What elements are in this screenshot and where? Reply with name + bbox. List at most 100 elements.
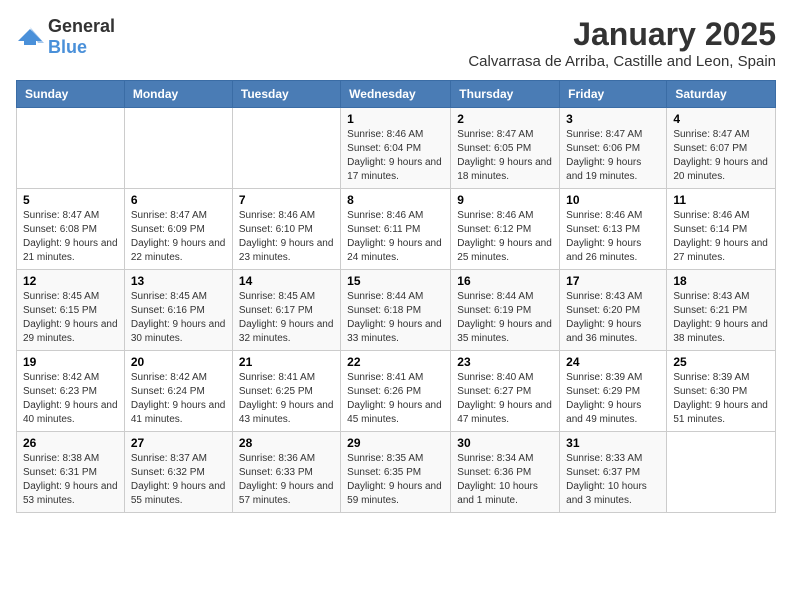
weekday-header: Wednesday [341, 81, 451, 108]
day-number: 5 [23, 193, 118, 207]
calendar-day-cell: 25 Sunrise: 8:39 AMSunset: 6:30 PMDayligh… [667, 351, 776, 432]
calendar-day-cell: 16 Sunrise: 8:44 AMSunset: 6:19 PMDayligh… [451, 270, 560, 351]
calendar-day-cell: 26 Sunrise: 8:38 AMSunset: 6:31 PMDayligh… [17, 432, 125, 513]
day-info: Sunrise: 8:46 AMSunset: 6:11 PMDaylight:… [347, 209, 444, 265]
day-info: Sunrise: 8:46 AMSunset: 6:10 PMDaylight:… [239, 209, 334, 265]
calendar-day-cell: 14Sunrise: 8:45 AMSunset: 6:17 PMDayligh… [232, 270, 340, 351]
calendar-table: SundayMondayTuesdayWednesdayThursdayFrid… [16, 80, 776, 513]
location-subtitle: Calvarrasa de Arriba, Castille and Leon,… [468, 53, 776, 70]
calendar-day-cell: 6 Sunrise: 8:47 AMSunset: 6:09 PMDaylight… [124, 189, 232, 270]
weekday-header: Thursday [451, 81, 560, 108]
calendar-day-cell [232, 108, 340, 189]
weekday-header: Sunday [17, 81, 125, 108]
day-number: 9 [457, 193, 553, 207]
calendar-day-cell: 29 Sunrise: 8:35 AMSunset: 6:35 PMDayligh… [341, 432, 451, 513]
logo-blue: Blue [48, 37, 87, 57]
day-number: 25 [673, 355, 769, 369]
calendar-day-cell [124, 108, 232, 189]
day-info: Sunrise: 8:34 AMSunset: 6:36 PMDaylight:… [457, 452, 553, 508]
day-number: 4 [673, 112, 769, 126]
day-number: 28 [239, 436, 334, 450]
weekday-header: Tuesday [232, 81, 340, 108]
calendar-day-cell: 7 Sunrise: 8:46 AMSunset: 6:10 PMDaylight… [232, 189, 340, 270]
day-info: Sunrise: 8:33 AMSunset: 6:37 PMDaylight:… [566, 452, 660, 508]
day-info: Sunrise: 8:39 AMSunset: 6:30 PMDaylight:… [673, 371, 769, 427]
day-info: Sunrise: 8:42 AMSunset: 6:24 PMDaylight:… [131, 371, 226, 427]
day-info: Sunrise: 8:44 AMSunset: 6:19 PMDaylight:… [457, 290, 553, 346]
weekday-header: Monday [124, 81, 232, 108]
day-info: Sunrise: 8:47 AMSunset: 6:09 PMDaylight:… [131, 209, 226, 265]
calendar-day-cell: 31 Sunrise: 8:33 AMSunset: 6:37 PMDayligh… [560, 432, 667, 513]
calendar-day-cell: 19 Sunrise: 8:42 AMSunset: 6:23 PMDayligh… [17, 351, 125, 432]
day-number: 17 [566, 274, 660, 288]
day-number: 16 [457, 274, 553, 288]
day-number: 14 [239, 274, 334, 288]
day-number: 8 [347, 193, 444, 207]
calendar-day-cell: 28 Sunrise: 8:36 AMSunset: 6:33 PMDayligh… [232, 432, 340, 513]
calendar-day-cell [17, 108, 125, 189]
title-area: January 2025 Calvarrasa de Arriba, Casti… [468, 16, 776, 70]
day-number: 19 [23, 355, 118, 369]
day-number: 12 [23, 274, 118, 288]
day-number: 31 [566, 436, 660, 450]
day-info: Sunrise: 8:41 AMSunset: 6:26 PMDaylight:… [347, 371, 444, 427]
logo: General Blue [16, 16, 115, 58]
day-info: Sunrise: 8:46 AMSunset: 6:04 PMDaylight:… [347, 128, 444, 184]
calendar-day-cell: 11 Sunrise: 8:46 AMSunset: 6:14 PMDayligh… [667, 189, 776, 270]
day-number: 26 [23, 436, 118, 450]
day-number: 3 [566, 112, 660, 126]
day-number: 22 [347, 355, 444, 369]
day-info: Sunrise: 8:40 AMSunset: 6:27 PMDaylight:… [457, 371, 553, 427]
day-info: Sunrise: 8:47 AMSunset: 6:06 PMDaylight:… [566, 128, 660, 184]
weekday-header-row: SundayMondayTuesdayWednesdayThursdayFrid… [17, 81, 776, 108]
day-info: Sunrise: 8:47 AMSunset: 6:08 PMDaylight:… [23, 209, 118, 265]
calendar-week-row: 26 Sunrise: 8:38 AMSunset: 6:31 PMDayligh… [17, 432, 776, 513]
day-info: Sunrise: 8:37 AMSunset: 6:32 PMDaylight:… [131, 452, 226, 508]
day-number: 7 [239, 193, 334, 207]
calendar-week-row: 19 Sunrise: 8:42 AMSunset: 6:23 PMDayligh… [17, 351, 776, 432]
weekday-header: Friday [560, 81, 667, 108]
calendar-day-cell: 3 Sunrise: 8:47 AMSunset: 6:06 PMDaylight… [560, 108, 667, 189]
logo-general: General [48, 16, 115, 36]
calendar-day-cell [667, 432, 776, 513]
day-number: 6 [131, 193, 226, 207]
day-number: 11 [673, 193, 769, 207]
day-info: Sunrise: 8:39 AMSunset: 6:29 PMDaylight:… [566, 371, 660, 427]
day-number: 13 [131, 274, 226, 288]
calendar-day-cell: 12 Sunrise: 8:45 AMSunset: 6:15 PMDayligh… [17, 270, 125, 351]
day-info: Sunrise: 8:36 AMSunset: 6:33 PMDaylight:… [239, 452, 334, 508]
calendar-day-cell: 30Sunrise: 8:34 AMSunset: 6:36 PMDayligh… [451, 432, 560, 513]
calendar-day-cell: 15Sunrise: 8:44 AMSunset: 6:18 PMDayligh… [341, 270, 451, 351]
calendar-day-cell: 9Sunrise: 8:46 AMSunset: 6:12 PMDaylight… [451, 189, 560, 270]
day-info: Sunrise: 8:35 AMSunset: 6:35 PMDaylight:… [347, 452, 444, 508]
day-number: 24 [566, 355, 660, 369]
day-number: 2 [457, 112, 553, 126]
day-info: Sunrise: 8:43 AMSunset: 6:21 PMDaylight:… [673, 290, 769, 346]
day-number: 21 [239, 355, 334, 369]
calendar-day-cell: 24 Sunrise: 8:39 AMSunset: 6:29 PMDayligh… [560, 351, 667, 432]
day-info: Sunrise: 8:41 AMSunset: 6:25 PMDaylight:… [239, 371, 334, 427]
day-info: Sunrise: 8:42 AMSunset: 6:23 PMDaylight:… [23, 371, 118, 427]
calendar-day-cell: 13 Sunrise: 8:45 AMSunset: 6:16 PMDayligh… [124, 270, 232, 351]
day-info: Sunrise: 8:47 AMSunset: 6:07 PMDaylight:… [673, 128, 769, 184]
day-info: Sunrise: 8:46 AMSunset: 6:14 PMDaylight:… [673, 209, 769, 265]
calendar-day-cell: 23 Sunrise: 8:40 AMSunset: 6:27 PMDayligh… [451, 351, 560, 432]
calendar-day-cell: 18 Sunrise: 8:43 AMSunset: 6:21 PMDayligh… [667, 270, 776, 351]
day-info: Sunrise: 8:43 AMSunset: 6:20 PMDaylight:… [566, 290, 660, 346]
calendar-week-row: 12 Sunrise: 8:45 AMSunset: 6:15 PMDayligh… [17, 270, 776, 351]
calendar-day-cell: 17 Sunrise: 8:43 AMSunset: 6:20 PMDayligh… [560, 270, 667, 351]
day-info: Sunrise: 8:38 AMSunset: 6:31 PMDaylight:… [23, 452, 118, 508]
calendar-day-cell: 8 Sunrise: 8:46 AMSunset: 6:11 PMDaylight… [341, 189, 451, 270]
day-number: 27 [131, 436, 226, 450]
day-number: 29 [347, 436, 444, 450]
day-number: 23 [457, 355, 553, 369]
day-number: 18 [673, 274, 769, 288]
calendar-day-cell: 10Sunrise: 8:46 AMSunset: 6:13 PMDayligh… [560, 189, 667, 270]
day-info: Sunrise: 8:45 AMSunset: 6:15 PMDaylight:… [23, 290, 118, 346]
day-info: Sunrise: 8:45 AMSunset: 6:16 PMDaylight:… [131, 290, 226, 346]
month-title: January 2025 [468, 16, 776, 53]
logo-icon [16, 27, 44, 47]
calendar-day-cell: 27 Sunrise: 8:37 AMSunset: 6:32 PMDayligh… [124, 432, 232, 513]
calendar-day-cell: 20Sunrise: 8:42 AMSunset: 6:24 PMDayligh… [124, 351, 232, 432]
calendar-day-cell: 22 Sunrise: 8:41 AMSunset: 6:26 PMDayligh… [341, 351, 451, 432]
